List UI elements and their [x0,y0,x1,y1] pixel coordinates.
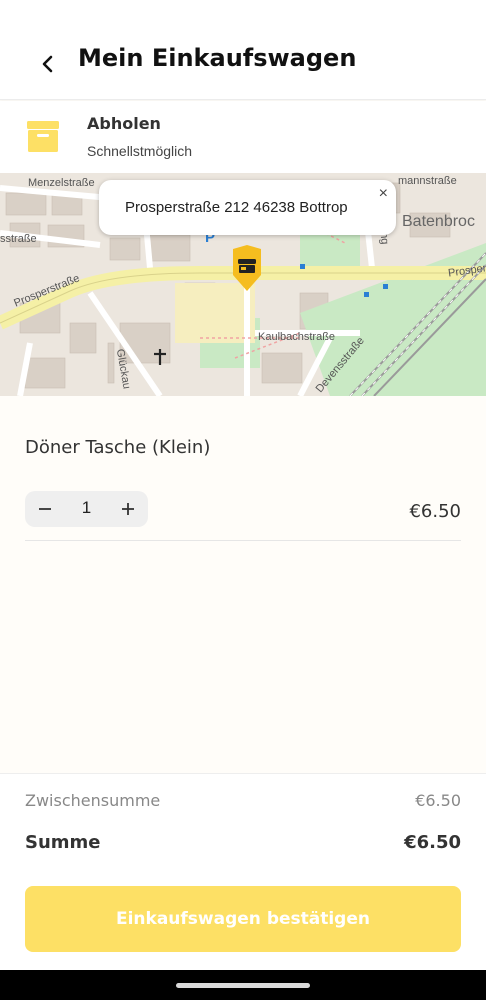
total-value: €6.50 [404,832,461,853]
shop-marker-icon[interactable] [231,245,263,291]
subtotal-value: €6.50 [415,791,461,810]
back-button[interactable] [32,48,64,80]
item-name: Döner Tasche (Klein) [25,437,211,458]
box-icon [27,121,59,152]
chevron-left-icon [42,55,53,73]
quantity-value: 1 [81,498,92,517]
total-label: Summe [25,832,101,853]
pickup-option[interactable]: Abholen Schnellstmöglich [0,101,486,173]
map-label-batenbrock: Batenbroc [402,213,475,230]
increase-button[interactable] [108,491,148,527]
map-label-mannstrasse: mannstraße [398,175,457,187]
minus-icon [39,508,51,510]
pickup-title: Abholen [87,114,161,133]
app-header: Mein Einkaufswagen [0,0,486,100]
popup-address: Prosperstraße 212 46238 Bottrop [125,199,348,216]
pickup-subtitle: Schnellstmöglich [87,143,193,159]
quantity-stepper: 1 [25,491,148,527]
map-label-strasse: sstraße [0,233,37,245]
item-divider [25,540,461,541]
plus-icon [122,503,134,515]
home-gesture-handle[interactable] [176,983,310,988]
address-popup: Prosperstraße 212 46238 Bottrop × [99,180,396,235]
item-price: €6.50 [409,501,461,522]
subtotal-label: Zwischensumme [25,791,161,810]
totals-panel: Zwischensumme €6.50 Summe €6.50 Einkaufs… [0,773,486,970]
location-map[interactable]: Menzelstraße mannstraße Batenbroc sstraß… [0,173,486,396]
close-icon[interactable]: × [379,185,388,203]
system-nav-bar [0,970,486,1000]
map-label-menzelstrasse: Menzelstraße [28,177,95,189]
decrease-button[interactable] [25,491,65,527]
map-label-kaulbachstrasse: Kaulbachstraße [258,331,336,343]
page-title: Mein Einkaufswagen [78,44,357,72]
confirm-cart-button[interactable]: Einkaufswagen bestätigen [25,886,461,952]
